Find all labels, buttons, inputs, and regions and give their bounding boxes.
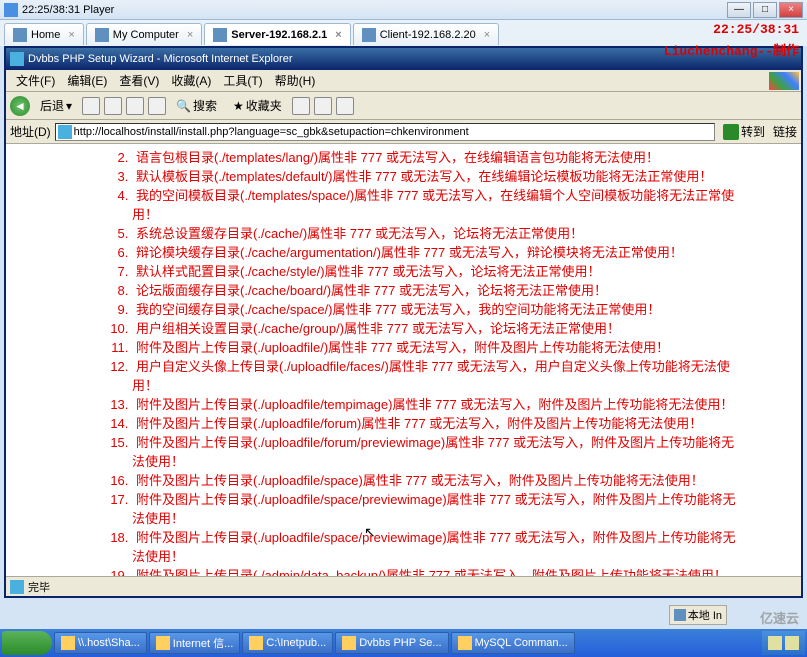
done-icon — [10, 580, 24, 594]
maximize-button[interactable]: □ — [753, 2, 777, 18]
print-button[interactable] — [336, 97, 354, 115]
go-icon — [723, 124, 739, 140]
home-button[interactable] — [148, 97, 166, 115]
back-label[interactable]: 后退 ▾ — [34, 95, 78, 116]
task-icon — [458, 636, 472, 650]
task-icon — [249, 636, 263, 650]
vm-player-titlebar: 22:25/38:31 Player — □ × — [0, 0, 807, 20]
tab-icon — [95, 28, 109, 42]
ie-menubar: 文件(F)编辑(E)查看(V)收藏(A)工具(T)帮助(H) — [6, 70, 801, 92]
tab-label: Client-192.168.2.20 — [380, 29, 476, 41]
tab-label: My Computer — [113, 29, 179, 41]
taskbar-button[interactable]: Internet 信... — [149, 632, 241, 654]
windows-taskbar: \\.host\Sha...Internet 信...C:\Inetpub...… — [0, 629, 807, 657]
player-tab[interactable]: My Computer × — [86, 23, 202, 45]
tab-close-icon[interactable]: × — [484, 29, 490, 41]
error-item: 辩论模块缓存目录(./cache/argumentation/)属性非 777 … — [132, 243, 741, 262]
error-item: 附件及图片上传目录(./uploadfile/space)属性非 777 或无法… — [132, 471, 741, 490]
error-item: 附件及图片上传目录(./uploadfile/tempimage)属性非 777… — [132, 395, 741, 414]
tab-close-icon[interactable]: × — [335, 29, 341, 41]
zone-indicator: 本地 In — [669, 605, 727, 625]
tab-label: Home — [31, 29, 60, 41]
refresh-button[interactable] — [126, 97, 144, 115]
tray-icon[interactable] — [785, 636, 799, 650]
error-item: 系统总设置缓存目录(./cache/)属性非 777 或无法写入，论坛将无法正常… — [132, 224, 741, 243]
error-item: 附件及图片上传目录(./uploadfile/)属性非 777 或无法写入，附件… — [132, 338, 741, 357]
task-icon — [342, 636, 356, 650]
error-item: 附件及图片上传目录(./admin/data_backup/)属性非 777 或… — [132, 566, 741, 576]
url-text: http://localhost/install/install.php?lan… — [74, 126, 469, 138]
windows-flag-icon — [769, 72, 799, 90]
menu-item[interactable]: 工具(T) — [217, 70, 268, 91]
page-icon — [58, 125, 72, 139]
error-item: 用户组相关设置目录(./cache/group/)属性非 777 或无法写入，论… — [132, 319, 741, 338]
ie-title-text: Dvbbs PHP Setup Wizard - Microsoft Inter… — [28, 53, 293, 65]
back-button[interactable]: ◄ — [10, 96, 30, 116]
close-button[interactable]: × — [779, 2, 803, 18]
go-button[interactable]: 转到 — [719, 123, 769, 140]
error-item: 用户自定义头像上传目录(./uploadfile/faces/)属性非 777 … — [132, 357, 741, 395]
tab-icon — [362, 28, 376, 42]
tab-icon — [213, 28, 227, 42]
error-item: 我的空间模板目录(./templates/space/)属性非 777 或无法写… — [132, 186, 741, 224]
player-icon — [4, 3, 18, 17]
history-button[interactable] — [292, 97, 310, 115]
error-item: 论坛版面缓存目录(./cache/board/)属性非 777 或无法写入，论坛… — [132, 281, 741, 300]
ie-toolbar: ◄ 后退 ▾ 🔍 搜索 ★ 收藏夹 — [6, 92, 801, 120]
tab-close-icon[interactable]: × — [68, 29, 74, 41]
tab-label: Server-192.168.2.1 — [231, 29, 327, 41]
stop-button[interactable] — [104, 97, 122, 115]
menu-item[interactable]: 查看(V) — [113, 70, 165, 91]
ie-statusbar: 完毕 — [6, 576, 801, 596]
player-tab[interactable]: Client-192.168.2.20 × — [353, 23, 499, 45]
watermark: 亿速云 — [760, 608, 799, 627]
taskbar-button[interactable]: C:\Inetpub... — [242, 632, 333, 654]
menu-item[interactable]: 收藏(A) — [165, 70, 217, 91]
menu-item[interactable]: 编辑(E) — [61, 70, 113, 91]
error-item: 附件及图片上传目录(./uploadfile/space/previewimag… — [132, 490, 741, 528]
menu-item[interactable]: 帮助(H) — [269, 70, 322, 91]
minimize-button[interactable]: — — [727, 2, 751, 18]
address-label: 地址(D) — [10, 123, 51, 140]
ie-icon — [10, 52, 24, 66]
page-content: 语言包根目录(./templates/lang/)属性非 777 或无法写入，在… — [6, 144, 801, 576]
ie-addressbar: 地址(D) http://localhost/install/install.p… — [6, 120, 801, 144]
status-text: 完毕 — [28, 579, 50, 595]
system-tray[interactable] — [762, 631, 805, 655]
overlay-clock: 22:25/38:31 — [713, 22, 799, 37]
tab-icon — [13, 28, 27, 42]
error-item: 附件及图片上传目录(./uploadfile/forum)属性非 777 或无法… — [132, 414, 741, 433]
favorites-button[interactable]: ★ 收藏夹 — [227, 95, 288, 116]
player-tab[interactable]: Home × — [4, 23, 84, 45]
taskbar-button[interactable]: MySQL Comman... — [451, 632, 575, 654]
task-icon — [156, 636, 170, 650]
player-tab[interactable]: Server-192.168.2.1 × — [204, 23, 350, 45]
address-input[interactable]: http://localhost/install/install.php?lan… — [55, 123, 715, 141]
taskbar-button[interactable]: Dvbbs PHP Se... — [335, 632, 448, 654]
error-list: 语言包根目录(./templates/lang/)属性非 777 或无法写入，在… — [132, 148, 781, 576]
tab-close-icon[interactable]: × — [187, 29, 193, 41]
error-item: 默认模板目录(./templates/default/)属性非 777 或无法写… — [132, 167, 741, 186]
player-title: 22:25/38:31 Player — [22, 4, 727, 16]
error-item: 附件及图片上传目录(./uploadfile/space/previewimag… — [132, 528, 741, 566]
error-item: 附件及图片上传目录(./uploadfile/forum/previewimag… — [132, 433, 741, 471]
error-item: 语言包根目录(./templates/lang/)属性非 777 或无法写入，在… — [132, 148, 741, 167]
menu-item[interactable]: 文件(F) — [10, 70, 61, 91]
ie-window: Dvbbs PHP Setup Wizard - Microsoft Inter… — [4, 46, 803, 598]
search-button[interactable]: 🔍 搜索 — [170, 95, 223, 116]
links-label[interactable]: 链接 — [773, 123, 797, 140]
start-button[interactable] — [2, 631, 52, 655]
overlay-author: Liuchenchang--制作 — [664, 40, 799, 59]
task-icon — [61, 636, 75, 650]
error-item: 默认样式配置目录(./cache/style/)属性非 777 或无法写入，论坛… — [132, 262, 741, 281]
taskbar-button[interactable]: \\.host\Sha... — [54, 632, 147, 654]
zone-icon — [674, 609, 686, 621]
forward-button[interactable] — [82, 97, 100, 115]
mail-button[interactable] — [314, 97, 332, 115]
error-item: 我的空间缓存目录(./cache/space/)属性非 777 或无法写入，我的… — [132, 300, 741, 319]
tray-icon[interactable] — [768, 636, 782, 650]
